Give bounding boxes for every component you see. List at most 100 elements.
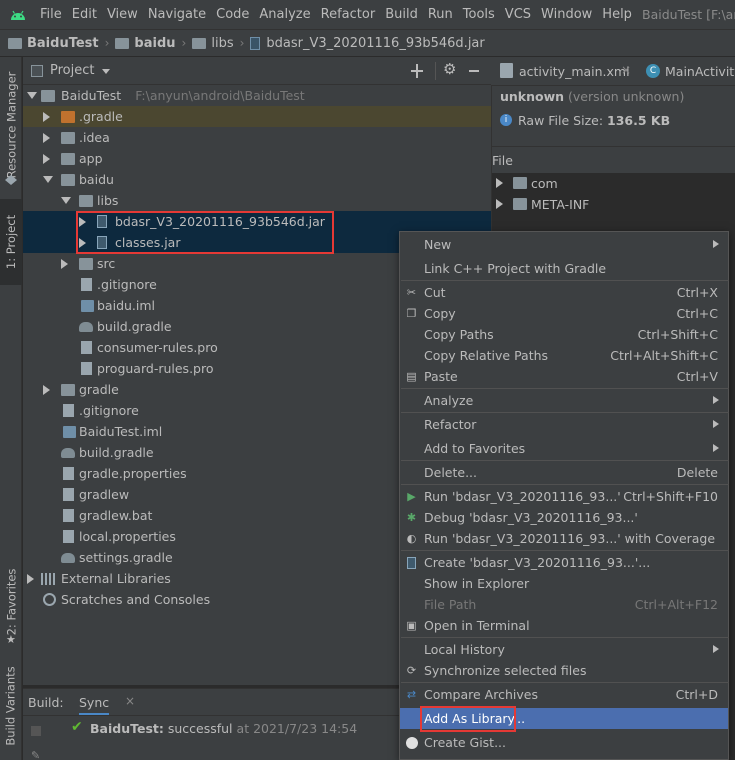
- tree-item-gradle-cache[interactable]: .gradle: [23, 106, 491, 127]
- menu-item-synchronize[interactable]: ⟳ Synchronize selected files: [400, 660, 728, 681]
- archive-entry-com[interactable]: com: [492, 173, 735, 195]
- menu-item-copy[interactable]: ❐ Copy Ctrl+C: [400, 303, 728, 324]
- collapse-arrow-icon[interactable]: [79, 238, 86, 248]
- menu-navigate[interactable]: Navigate: [148, 7, 206, 22]
- menu-item-cut[interactable]: ✂ Cut Ctrl+X: [400, 282, 728, 303]
- close-icon[interactable]: ×: [125, 694, 135, 708]
- breadcrumb-item-module[interactable]: baidu: [115, 36, 176, 51]
- archive-entry-meta-inf[interactable]: META-INF: [492, 194, 735, 216]
- close-tab-icon[interactable]: ×: [621, 63, 631, 77]
- jar-icon: [405, 556, 418, 569]
- menu-item-compare-archives[interactable]: ⇄ Compare Archives Ctrl+D: [400, 684, 728, 705]
- breadcrumb-item-project[interactable]: BaiduTest: [8, 36, 99, 51]
- build-status-line[interactable]: BaiduTest: successful at 2021/7/23 14:54: [90, 721, 357, 736]
- tab-main-activity[interactable]: MainActivity.: [665, 64, 735, 79]
- xml-file-icon: [500, 63, 513, 78]
- collapse-arrow-icon[interactable]: [61, 259, 68, 269]
- project-view-icon: [31, 65, 43, 77]
- menu-build[interactable]: Build: [385, 7, 418, 22]
- folder-icon: [513, 198, 527, 210]
- menu-separator: [401, 484, 729, 485]
- stop-icon[interactable]: [31, 726, 41, 736]
- menu-item-delete[interactable]: Delete... Delete: [400, 462, 728, 483]
- tab-activity-main[interactable]: activity_main.xml: [519, 64, 630, 79]
- archive-table-header: File: [492, 146, 735, 173]
- menu-item-new[interactable]: New: [400, 234, 728, 255]
- breadcrumb-item-libs[interactable]: libs: [192, 36, 234, 51]
- menu-item-local-history[interactable]: Local History: [400, 639, 728, 660]
- chevron-down-icon[interactable]: [102, 69, 110, 74]
- menu-item-link-cpp[interactable]: Link C++ Project with Gradle: [400, 258, 728, 279]
- tree-item-libs[interactable]: libs: [23, 190, 491, 211]
- menu-item-paste[interactable]: ▤ Paste Ctrl+V: [400, 366, 728, 387]
- collapse-arrow-icon[interactable]: [496, 178, 503, 188]
- menu-item-copy-paths[interactable]: Copy Paths Ctrl+Shift+C: [400, 324, 728, 345]
- iml-file-icon: [81, 300, 94, 312]
- sync-icon: ⟳: [406, 664, 417, 677]
- raw-size-label: Raw File Size:: [518, 113, 604, 128]
- menu-item-debug[interactable]: ✱ Debug 'bdasr_V3_20201116_93...': [400, 507, 728, 528]
- expand-arrow-icon[interactable]: [43, 176, 53, 183]
- gear-icon[interactable]: ⚙: [443, 60, 456, 78]
- collapse-arrow-icon[interactable]: [43, 112, 50, 122]
- menu-vcs[interactable]: VCS: [505, 7, 531, 22]
- menu-item-file-path[interactable]: File Path Ctrl+Alt+F12: [400, 594, 728, 615]
- tree-item-bdasr-jar[interactable]: bdasr_V3_20201116_93b546d.jar: [23, 211, 491, 232]
- pin-icon[interactable]: ✎: [31, 749, 41, 760]
- menu-separator: [401, 637, 729, 638]
- menu-run[interactable]: Run: [428, 7, 453, 22]
- menu-refactor[interactable]: Refactor: [321, 7, 376, 22]
- menu-help[interactable]: Help: [602, 7, 632, 22]
- menu-view[interactable]: View: [107, 7, 138, 22]
- menu-item-create-gist[interactable]: Create Gist...: [400, 732, 728, 753]
- collapse-arrow-icon[interactable]: [43, 133, 50, 143]
- expand-arrow-icon[interactable]: [27, 92, 37, 99]
- project-path: F:\anyun\android\BaiduTest: [135, 88, 305, 103]
- project-tab[interactable]: 1: Project: [0, 199, 22, 285]
- tab-sync[interactable]: Sync: [79, 695, 110, 715]
- folder-icon: [8, 37, 22, 49]
- tree-item-app[interactable]: app: [23, 148, 491, 169]
- breadcrumb-separator: ›: [239, 36, 245, 50]
- collapse-arrow-icon[interactable]: [496, 199, 503, 209]
- tree-item-baidu[interactable]: baidu: [23, 169, 491, 190]
- collapse-arrow-icon[interactable]: [27, 574, 34, 584]
- menu-item-add-as-library[interactable]: Add As Library...: [400, 708, 728, 729]
- menu-item-analyze[interactable]: Analyze: [400, 390, 728, 411]
- project-view-selector[interactable]: Project: [50, 63, 94, 78]
- libraries-icon: [41, 573, 55, 585]
- favorites-tab[interactable]: 2: Favorites: [0, 562, 22, 642]
- resource-manager-tab[interactable]: Resource Manager: [0, 65, 22, 185]
- menu-item-show-in-explorer[interactable]: Show in Explorer: [400, 573, 728, 594]
- collapse-arrow-icon[interactable]: [79, 217, 86, 227]
- submenu-arrow-icon: [713, 645, 719, 653]
- menu-item-copy-relative-paths[interactable]: Copy Relative Paths Ctrl+Alt+Shift+C: [400, 345, 728, 366]
- build-variants-tab[interactable]: Build Variants: [0, 662, 22, 750]
- menu-window[interactable]: Window: [541, 7, 592, 22]
- properties-file-icon: [63, 467, 74, 480]
- menu-code[interactable]: Code: [216, 7, 249, 22]
- collapse-arrow-icon[interactable]: [43, 154, 50, 164]
- check-icon: ✔: [71, 719, 83, 735]
- collapse-arrow-icon[interactable]: [43, 385, 50, 395]
- menu-item-run[interactable]: ▶ Run 'bdasr_V3_20201116_93...' Ctrl+Shift…: [400, 486, 728, 507]
- menu-tools[interactable]: Tools: [463, 7, 495, 22]
- expand-arrow-icon[interactable]: [61, 197, 71, 204]
- info-icon: i: [500, 114, 512, 126]
- gitignore-icon: [81, 278, 92, 291]
- collapse-all-icon[interactable]: [411, 64, 423, 78]
- scratches-icon: [43, 593, 56, 606]
- menu-edit[interactable]: Edit: [72, 7, 97, 22]
- column-file[interactable]: File: [492, 153, 513, 168]
- menu-file[interactable]: File: [40, 7, 62, 22]
- tree-item-idea[interactable]: .idea: [23, 127, 491, 148]
- menu-analyze[interactable]: Analyze: [259, 7, 310, 22]
- menu-item-open-in-terminal[interactable]: ▣ Open in Terminal: [400, 615, 728, 636]
- breadcrumb-item-file[interactable]: bdasr_V3_20201116_93b546d.jar: [250, 36, 485, 51]
- menu-item-add-to-favorites[interactable]: Add to Favorites: [400, 438, 728, 459]
- hide-panel-icon[interactable]: [469, 70, 479, 72]
- tree-item-root[interactable]: BaiduTest F:\anyun\android\BaiduTest: [23, 85, 491, 106]
- menu-item-run-with-coverage[interactable]: ◐ Run 'bdasr_V3_20201116_93...' with Cove…: [400, 528, 728, 549]
- menu-item-create-config[interactable]: Create 'bdasr_V3_20201116_93...'...: [400, 552, 728, 573]
- menu-item-refactor[interactable]: Refactor: [400, 414, 728, 435]
